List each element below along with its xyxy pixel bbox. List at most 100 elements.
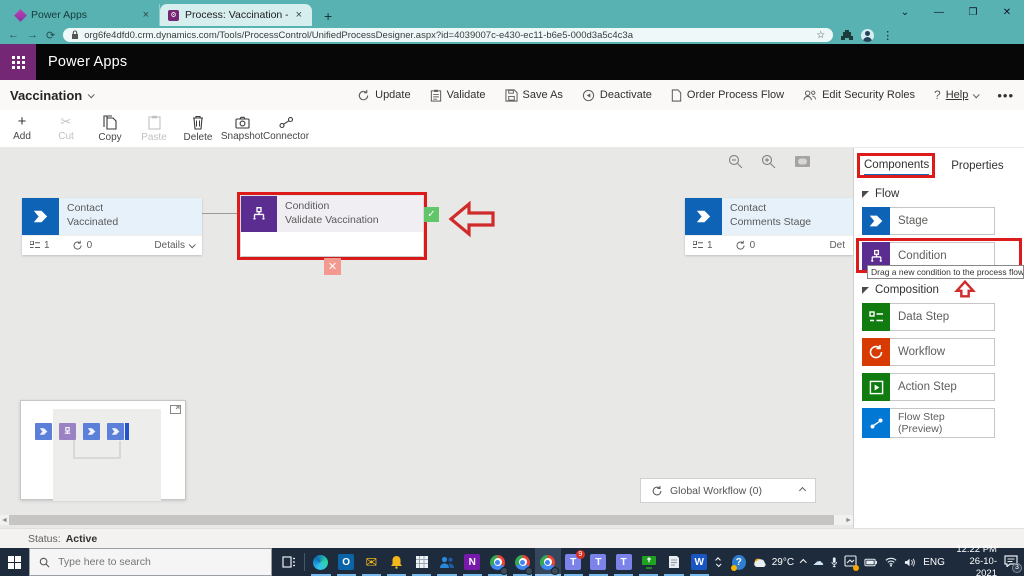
language-indicator[interactable]: ENG [923,557,945,568]
delete-button[interactable]: Delete [176,110,220,147]
weather-widget[interactable]: 29°C [753,557,794,568]
back-icon[interactable]: ← [8,29,19,41]
stage-node-contact-comments[interactable]: Contact Comments Stage 1 0 Det [685,198,853,255]
annotation-arrow-up-icon [954,279,976,299]
taskbar-chrome-3-active[interactable] [535,548,560,576]
component-stage[interactable]: Stage [862,207,995,235]
stage-node-contact-vaccinated[interactable]: Contact Vaccinated 1 0 Details [22,198,202,255]
order-process-flow-button[interactable]: Order Process Flow [671,89,784,102]
section-composition-header[interactable]: Composition [862,284,1024,296]
onedrive-cloud-icon[interactable]: ☁ [813,557,824,568]
taskbar-screen-share[interactable] [636,548,661,576]
paste-button[interactable]: Paste [132,110,176,147]
wifi-icon[interactable] [885,557,897,567]
chrome-profile-badge [551,567,559,575]
tray-expand-icon[interactable] [800,559,807,566]
search-input[interactable] [58,556,238,568]
taskbar-people[interactable] [434,548,459,576]
taskbar-chrome-2[interactable] [510,548,535,576]
snapshot-button[interactable]: Snapshot [220,110,264,147]
zoom-in-icon[interactable] [761,154,776,169]
canvas-minimap[interactable] [20,400,186,500]
component-workflow[interactable]: Workflow [862,338,995,366]
zoom-out-icon[interactable] [728,154,743,169]
tab-title: Process: Vaccination - Microsoft [185,9,288,21]
canvas-horizontal-scrollbar[interactable]: ◄ ► [0,515,853,525]
deactivate-button[interactable]: Deactivate [582,89,652,102]
minimap-expand-icon[interactable] [170,405,181,414]
taskbar-edge[interactable] [308,548,333,576]
address-bar[interactable]: org6fe4dfd0.crm.dynamics.com/Tools/Proce… [63,28,833,42]
workflow-icon [862,338,890,366]
browser-tab-power-apps[interactable]: Power Apps × [8,4,160,26]
component-action-step[interactable]: Action Step [862,373,995,401]
tab-title: Power Apps [31,9,135,21]
condition-cancel-x-button[interactable]: ✕ [324,258,341,275]
details-toggle[interactable]: Det [829,240,845,251]
cut-button[interactable]: ✂ Cut [44,110,88,147]
connector-button[interactable]: Connector [264,110,308,147]
more-commands-icon[interactable]: ••• [997,88,1014,103]
validate-button[interactable]: Validate [430,89,486,102]
browser-menu-icon[interactable]: ⋮ [882,29,894,42]
save-as-button[interactable]: Save As [505,89,563,102]
taskbar-teams-2[interactable]: T [586,548,611,576]
fit-to-canvas-icon[interactable] [794,155,811,168]
component-data-step[interactable]: Data Step [862,303,995,331]
forward-icon[interactable]: → [27,29,38,41]
start-button[interactable] [0,556,29,569]
taskbar-outlook[interactable]: O [334,548,359,576]
reload-icon[interactable]: ⟳ [46,29,55,42]
taskbar-calendar[interactable] [409,548,434,576]
browser-profile-avatar[interactable] [861,29,874,42]
extensions-puzzle-icon[interactable] [841,29,853,41]
tab-components[interactable]: Components [864,159,929,176]
section-flow-header[interactable]: Flow [862,188,1024,200]
taskbar-chrome-1[interactable] [485,548,510,576]
process-name-dropdown[interactable]: Vaccination [10,88,93,103]
help-tip-icon[interactable]: ? [732,555,746,570]
bookmark-star-icon[interactable]: ☆ [816,30,825,41]
chevron-up-icon[interactable] [799,487,806,494]
window-close-icon[interactable]: ✕ [990,0,1024,26]
taskbar-word[interactable]: W [687,548,712,576]
microphone-icon[interactable] [831,556,837,568]
clock[interactable]: 12:22 PM 26-10-2021 [952,544,997,576]
copy-button[interactable]: Copy [88,110,132,147]
task-view-button[interactable] [276,548,301,576]
window-maximize-icon[interactable]: ❐ [956,0,990,26]
taskbar-mail[interactable]: ✉ [359,548,384,576]
window-menu-icon[interactable]: ⌄ [888,0,922,26]
edit-security-roles-button[interactable]: Edit Security Roles [803,89,915,102]
condition-node-validate-vaccination[interactable]: Condition Validate Vaccination [241,196,423,256]
taskbar-overflow-scroll[interactable] [712,558,725,567]
taskbar-onenote[interactable]: N [460,548,485,576]
battery-icon[interactable] [864,557,878,567]
condition-accept-check-button[interactable]: ✓ [424,207,439,222]
tab-close-icon[interactable]: × [141,9,151,21]
help-dropdown[interactable]: ? Help [934,88,978,102]
process-designer-canvas[interactable]: Contact Vaccinated 1 0 Details [0,148,853,528]
update-button[interactable]: Update [357,89,410,102]
tab-close-icon[interactable]: × [294,9,304,21]
taskbar-notepad[interactable] [661,548,686,576]
scroll-right-icon[interactable]: ► [844,517,853,524]
add-button[interactable]: + Add [0,110,44,147]
action-center-button[interactable]: 3 [1004,555,1018,570]
scroll-left-icon[interactable]: ◄ [0,517,9,524]
app-launcher-waffle-icon[interactable] [0,44,36,80]
taskbar-search[interactable] [29,548,272,576]
window-minimize-icon[interactable]: — [922,0,956,26]
global-workflow-bar[interactable]: Global Workflow (0) [640,478,816,503]
taskbar-notifications-app[interactable] [384,548,409,576]
tab-properties[interactable]: Properties [951,160,1003,175]
taskbar-teams-3[interactable]: T [611,548,636,576]
component-flow-step[interactable]: Flow Step (Preview) [862,408,995,438]
tray-app-icon[interactable] [844,555,857,570]
details-toggle[interactable]: Details [154,240,185,251]
browser-tab-process-vaccination[interactable]: ⚙ Process: Vaccination - Microsoft × [160,4,312,26]
new-tab-button[interactable]: + [312,8,344,26]
scrollbar-thumb[interactable] [9,515,834,525]
volume-icon[interactable] [904,557,916,568]
taskbar-teams-1[interactable]: T 9 [561,548,586,576]
